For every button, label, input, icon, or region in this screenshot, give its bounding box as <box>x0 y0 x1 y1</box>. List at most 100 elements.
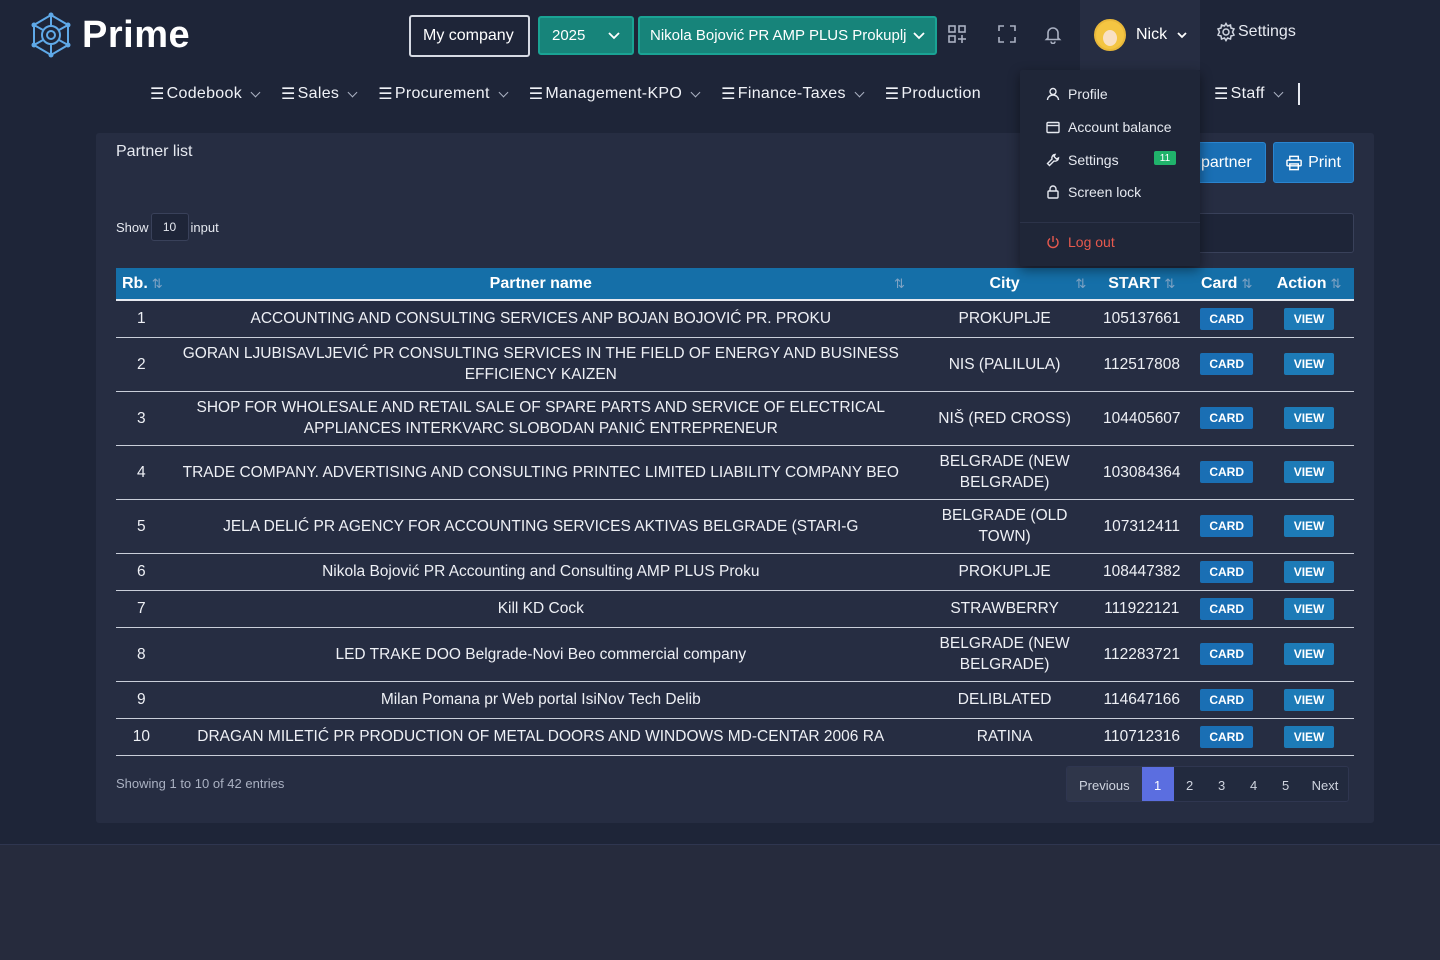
cell-card: CARD <box>1189 499 1265 554</box>
chevron-down-icon <box>250 87 261 97</box>
pagination-page-4[interactable]: 4 <box>1238 767 1270 801</box>
column-header-start[interactable]: START ⇅ <box>1094 268 1189 300</box>
cell-card: CARD <box>1189 300 1265 338</box>
cell-action: VIEW <box>1264 337 1354 392</box>
card-button[interactable]: CARD <box>1200 560 1254 583</box>
print-button[interactable]: Print <box>1273 142 1354 183</box>
cell-partner-name: Nikola Bojović PR Accounting and Consult… <box>166 553 915 591</box>
card-button[interactable]: CARD <box>1200 643 1254 665</box>
view-button[interactable]: VIEW <box>1283 725 1335 748</box>
cell-city: DELIBLATED <box>914 681 1095 719</box>
company-select[interactable]: Nikola Bojović PR AMP PLUS Prokuplj <box>638 16 937 55</box>
list-icon: ☰ <box>1214 86 1229 103</box>
main-nav: ☰ Codebook ☰ Sales ☰ Procurement ☰ Managemen… <box>150 80 1003 108</box>
pagination-page-1[interactable]: 1 <box>1141 767 1174 801</box>
column-header-partner-name[interactable]: Partner name ⇅ <box>167 268 915 300</box>
nav-item-label: Codebook <box>166 85 243 102</box>
view-button[interactable]: VIEW <box>1283 560 1335 583</box>
menu-item-logout[interactable]: Log out <box>1046 234 1115 250</box>
menu-item-account-balance[interactable]: Account balance <box>1046 119 1172 135</box>
table-row: 3 SHOP FOR WHOLESALE AND RETAIL SALE OF … <box>116 391 1354 446</box>
settings-link[interactable]: Settings <box>1216 22 1296 42</box>
nav-item-production[interactable]: ☰ Production <box>885 84 981 104</box>
lock-icon <box>1047 185 1059 199</box>
menu-item-profile[interactable]: Profile <box>1046 86 1108 102</box>
my-company-button[interactable]: My company <box>409 15 530 57</box>
card-button[interactable]: CARD <box>1200 688 1254 711</box>
view-button[interactable]: VIEW <box>1283 688 1335 711</box>
cell-city: BELGRADE (OLD TOWN) <box>914 499 1095 554</box>
pagination-previous[interactable]: Previous <box>1067 767 1142 801</box>
sort-icon: ⇅ <box>1241 275 1253 291</box>
menu-item-settings[interactable]: Settings <box>1046 152 1119 168</box>
year-select[interactable]: 2025 <box>538 16 634 55</box>
cell-action: VIEW <box>1264 499 1354 554</box>
input-label: input <box>190 219 219 235</box>
view-button[interactable]: VIEW <box>1283 515 1335 537</box>
view-button[interactable]: VIEW <box>1283 597 1335 620</box>
view-button[interactable]: VIEW <box>1283 353 1335 375</box>
cell-start: 114647166 <box>1094 681 1190 719</box>
cell-start: 110712316 <box>1094 718 1190 756</box>
menu-divider <box>1020 222 1200 223</box>
cell-card: CARD <box>1189 627 1265 682</box>
settings-count-badge: 11 <box>1154 151 1176 165</box>
year-select-value: 2025 <box>552 27 586 44</box>
logo[interactable]: Prime <box>28 12 190 58</box>
column-header-action[interactable]: Action ⇅ <box>1264 268 1354 300</box>
nav-item-management-kpo[interactable]: ☰ Management-KPO <box>528 84 701 104</box>
menu-item-screen-lock[interactable]: Screen lock <box>1046 184 1141 200</box>
view-button[interactable]: VIEW <box>1283 461 1335 483</box>
nav-item-staff[interactable]: ☰ Staff <box>1214 80 1300 108</box>
pagination-page-5[interactable]: 5 <box>1270 767 1302 801</box>
table-row: 7 Kill KD Cock STRAWBERRY 111922121 CARD… <box>116 590 1354 628</box>
page-size-select[interactable]: 10 <box>150 213 189 241</box>
nav-item-procurement[interactable]: ☰ Procurement <box>378 84 509 104</box>
chevron-down-icon <box>498 87 509 97</box>
cell-partner-name: JELA DELIĆ PR AGENCY FOR ACCOUNTING SERV… <box>166 499 915 554</box>
card-button[interactable]: CARD <box>1200 307 1254 330</box>
cell-partner-name: GORAN LJUBISAVLJEVIĆ PR CONSULTING SERVI… <box>166 337 915 392</box>
cell-partner-name: DRAGAN MILETIĆ PR PRODUCTION OF METAL DO… <box>166 718 915 756</box>
card-button[interactable]: CARD <box>1200 407 1254 429</box>
column-header-rb[interactable]: Rb. ⇅ <box>116 268 167 300</box>
card-button[interactable]: CARD <box>1200 461 1254 483</box>
chevron-down-icon <box>1177 31 1187 38</box>
column-header-card[interactable]: Card ⇅ <box>1189 268 1264 300</box>
table-row: 8 LED TRAKE DOO Belgrade-Novi Beo commer… <box>116 627 1354 682</box>
apps-grid-icon[interactable] <box>947 24 967 44</box>
view-button[interactable]: VIEW <box>1283 307 1335 330</box>
view-button[interactable]: VIEW <box>1283 407 1335 429</box>
menu-item-label: Profile <box>1068 86 1108 102</box>
user-icon <box>1046 87 1060 101</box>
nav-item-finance-taxes[interactable]: ☰ Finance-Taxes <box>721 84 865 104</box>
card-button[interactable]: CARD <box>1200 515 1254 537</box>
sort-icon: ⇅ <box>893 276 905 291</box>
pagination-page-2[interactable]: 2 <box>1174 767 1206 801</box>
nav-item-codebook[interactable]: ☰ Codebook <box>150 84 261 104</box>
bell-icon[interactable] <box>1043 24 1063 44</box>
logo-icon <box>31 12 71 58</box>
nav-item-label: Staff <box>1230 85 1265 102</box>
gear-icon <box>1216 22 1236 42</box>
cell-partner-name: SHOP FOR WHOLESALE AND RETAIL SALE OF SP… <box>166 391 915 446</box>
list-icon: ☰ <box>528 86 544 103</box>
pagination-next[interactable]: Next <box>1302 767 1349 801</box>
column-header-label: START <box>1108 274 1161 292</box>
view-button[interactable]: VIEW <box>1283 643 1335 665</box>
table-header-row: Rb. ⇅ Partner name ⇅ City ⇅ START ⇅ Card ⇅ Ac… <box>116 268 1354 300</box>
list-icon: ☰ <box>150 86 165 103</box>
sort-icon: ⇅ <box>151 275 163 291</box>
menu-item-label: Screen lock <box>1068 184 1142 200</box>
fullscreen-icon[interactable] <box>997 24 1017 44</box>
cell-action: VIEW <box>1264 590 1354 628</box>
card-button[interactable]: CARD <box>1200 353 1254 375</box>
pagination-page-3[interactable]: 3 <box>1206 767 1238 801</box>
cell-rb: 3 <box>116 391 167 446</box>
nav-item-sales[interactable]: ☰ Sales <box>281 84 358 104</box>
column-header-city[interactable]: City ⇅ <box>915 268 1094 300</box>
card-button[interactable]: CARD <box>1200 597 1254 620</box>
search-input[interactable] <box>1196 213 1354 253</box>
card-button[interactable]: CARD <box>1200 725 1254 748</box>
user-menu-toggle[interactable]: Nick <box>1080 0 1200 70</box>
